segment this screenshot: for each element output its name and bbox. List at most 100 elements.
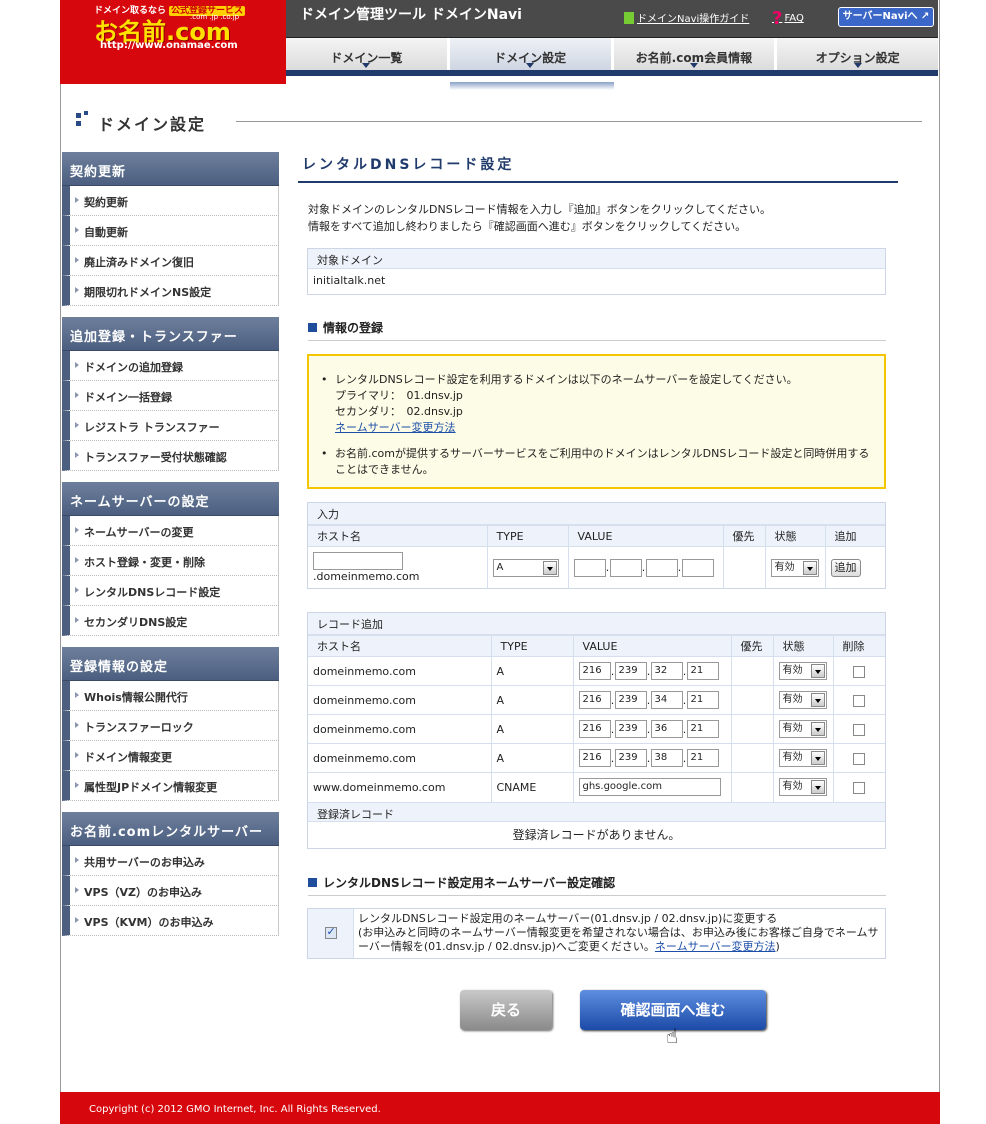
confirm-box: ✓ レンタルDNSレコード設定用のネームサーバー(01.dnsv.jp / 02… (307, 908, 886, 959)
sidebar-group-nameserver: ネームサーバーの設定 ネームサーバーの変更 ホスト登録・変更・削除 レンタルDN… (62, 482, 279, 636)
sidebar-item-secondary-dns[interactable]: セカンダリDNS設定 (62, 606, 279, 636)
main-tabs: ドメイン一覧 ドメイン設定 お名前.com会員情報 オプション設定 (286, 38, 938, 76)
ip-octet-input[interactable]: 38 (650, 749, 683, 767)
delete-checkbox[interactable] (853, 781, 866, 794)
sidebar-item-auto-renewal[interactable]: 自動更新 (62, 216, 279, 246)
delete-checkbox[interactable] (853, 752, 866, 765)
table-row: domeinmemo.com A 216. 239. 38. 21 有効 (308, 743, 885, 773)
ip-octet-input[interactable]: 36 (650, 720, 683, 738)
ip-octet-input[interactable] (645, 558, 678, 577)
ip-octet-input[interactable]: 239 (614, 749, 647, 767)
records-section: レコード追加 ホスト名 TYPE VALUE 優先 状態 削除 domeinme… (307, 612, 886, 849)
ip-octet-input[interactable]: 216 (578, 720, 611, 738)
ip-octet-input[interactable]: 32 (650, 662, 683, 680)
record-type: A (491, 714, 574, 744)
notice-text: お名前.comが提供するサーバーサービスをご利用中のドメインはレンタルDNSレコ… (335, 447, 870, 476)
sidebar-item-add-domain[interactable]: ドメインの追加登録 (62, 351, 279, 381)
record-type: CNAME (491, 772, 574, 802)
sidebar-item-bulk-register[interactable]: ドメイン一括登録 (62, 381, 279, 411)
chevron-down-icon (810, 780, 825, 795)
server-navi-button[interactable]: サーバーNaviへ ↗ (838, 7, 934, 27)
sidebar-group-title: 登録情報の設定 (62, 647, 279, 681)
column-header: 優先 (731, 635, 774, 657)
ip-octet-input[interactable]: 239 (614, 720, 647, 738)
priority-cell (723, 546, 766, 589)
squares-icon (76, 111, 90, 127)
intro-text: 対象ドメインのレンタルDNSレコード情報を入力し『追加』ボタンをクリックしてくだ… (308, 201, 888, 235)
confirm-text: レンタルDNSレコード設定用のネームサーバー(01.dnsv.jp / 02.d… (354, 909, 885, 958)
ip-octet-input[interactable]: 216 (578, 662, 611, 680)
record-type: A (491, 656, 574, 686)
state-select[interactable]: 有効 (778, 691, 827, 709)
sidebar-item-shared-server[interactable]: 共用サーバーのお申込み (62, 846, 279, 876)
ip-octet-input[interactable]: 239 (614, 691, 647, 709)
add-button[interactable]: 追加 (830, 558, 861, 577)
question-icon: ? (772, 8, 783, 29)
square-bullet-icon (308, 323, 317, 332)
cname-value-input[interactable]: ghs.google.com (578, 778, 721, 797)
sidebar-item-transfer-lock[interactable]: トランスファーロック (62, 711, 279, 741)
sidebar-item-ns-change[interactable]: ネームサーバーの変更 (62, 516, 279, 546)
ip-octet-input[interactable] (609, 558, 642, 577)
sidebar-item-domain-info[interactable]: ドメイン情報変更 (62, 741, 279, 771)
sidebar-item-rental-dns[interactable]: レンタルDNSレコード設定 (62, 576, 279, 606)
ip-octet-input[interactable]: 21 (686, 720, 719, 738)
sidebar-item-renewal[interactable]: 契約更新 (62, 186, 279, 216)
notice-item: お名前.comが提供するサーバーサービスをご利用中のドメインはレンタルDNSレコ… (321, 446, 874, 478)
sidebar-item-restore[interactable]: 廃止済みドメイン復旧 (62, 246, 279, 276)
delete-checkbox[interactable] (853, 694, 866, 707)
top-bar: ドメイン管理ツール ドメインNavi ドメインNavi操作ガイド ? FAQ サー… (286, 0, 938, 38)
tab-option-settings[interactable]: オプション設定 (777, 38, 938, 70)
ip-octet-input[interactable]: 239 (614, 662, 647, 680)
onamae-logo[interactable]: ドメイン取るなら 公式登録サービス お名前.com http://www.onam… (60, 0, 286, 84)
ip-octet-input[interactable]: 21 (686, 749, 719, 767)
state-select[interactable]: 有効 (778, 749, 827, 767)
faq-link[interactable]: ? FAQ (772, 8, 804, 29)
type-select[interactable]: A (492, 558, 559, 577)
ip-octet-input[interactable]: 34 (650, 691, 683, 709)
tab-domain-settings[interactable]: ドメイン設定 (449, 38, 614, 70)
arrow-down-icon (689, 63, 698, 68)
delete-checkbox[interactable] (853, 665, 866, 678)
tab-member-info[interactable]: お名前.com会員情報 (613, 38, 778, 70)
back-button[interactable]: 戻る (460, 990, 552, 1030)
tab-domain-list[interactable]: ドメイン一覧 (286, 38, 450, 70)
sidebar-item-vps-kvm[interactable]: VPS（KVM）のお申込み (62, 906, 279, 936)
sidebar-group-renewal: 契約更新 契約更新 自動更新 廃止済みドメイン復旧 期限切れドメインNS設定 (62, 152, 279, 306)
column-header: VALUE (568, 525, 724, 547)
arrow-down-icon (853, 63, 862, 68)
confirm-checkbox-cell: ✓ (308, 909, 354, 958)
ip-octet-input[interactable]: 216 (578, 749, 611, 767)
primary-ns: プライマリ： 01.dnsv.jp (335, 389, 463, 402)
ns-change-link[interactable]: ネームサーバー変更方法 (655, 940, 776, 953)
state-select[interactable]: 有効 (778, 778, 827, 797)
state-select[interactable]: 有効 (778, 720, 827, 738)
sidebar-group-title: ネームサーバーの設定 (62, 482, 279, 516)
state-select[interactable]: 有効 (778, 662, 827, 680)
sidebar-item-transfer-status[interactable]: トランスファー受付状態確認 (62, 441, 279, 471)
ip-octet-input[interactable] (573, 558, 606, 577)
confirm-checkbox[interactable]: ✓ (324, 925, 337, 939)
secondary-ns: セカンダリ： 02.dnsv.jp (335, 405, 463, 418)
state-select[interactable]: 有効 (770, 558, 819, 577)
host-input[interactable] (313, 552, 403, 571)
sidebar-item-jp-info[interactable]: 属性型JPドメイン情報変更 (62, 771, 279, 801)
guide-icon (624, 12, 634, 24)
ip-octet-input[interactable]: 216 (578, 691, 611, 709)
square-bullet-icon (308, 878, 317, 887)
ip-octet-input[interactable]: 21 (686, 662, 719, 680)
guide-link[interactable]: ドメインNavi操作ガイド (624, 10, 749, 25)
ip-octet-input[interactable] (681, 558, 714, 577)
delete-checkbox[interactable] (853, 723, 866, 736)
table-row: domeinmemo.com A 216. 239. 34. 21 有効 (308, 685, 885, 715)
ip-octet-input[interactable]: 21 (686, 691, 719, 709)
ns-change-link[interactable]: ネームサーバー変更方法 (335, 420, 874, 436)
target-domain-label: 対象ドメイン (308, 249, 885, 269)
input-section: 入力 ホスト名 TYPE VALUE 優先 状態 追加 .domeinmemo.… (307, 502, 886, 589)
sidebar-item-registrar-transfer[interactable]: レジストラ トランスファー (62, 411, 279, 441)
sidebar-item-expired-ns[interactable]: 期限切れドメインNS設定 (62, 276, 279, 306)
sidebar-item-whois[interactable]: Whois情報公開代行 (62, 681, 279, 711)
sidebar-item-vps-vz[interactable]: VPS（VZ）のお申込み (62, 876, 279, 906)
sidebar-item-host-register[interactable]: ホスト登録・変更・削除 (62, 546, 279, 576)
confirm-heading: レンタルDNSレコード設定用ネームサーバー設定確認 (308, 874, 886, 896)
